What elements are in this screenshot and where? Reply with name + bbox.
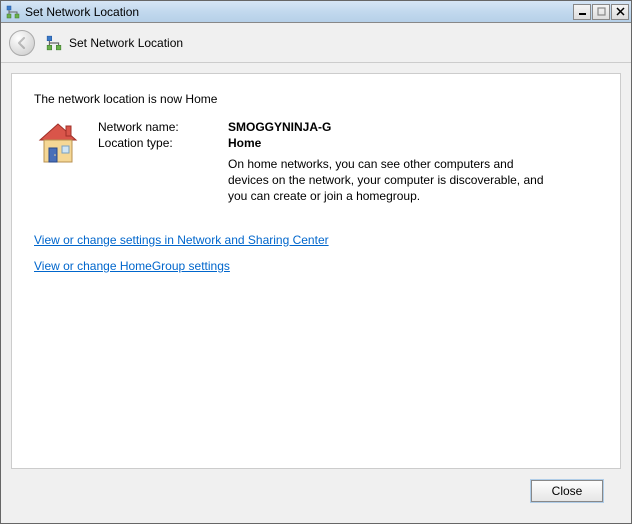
page-title: Set Network Location [69,36,183,50]
network-sharing-link[interactable]: View or change settings in Network and S… [34,233,329,247]
homegroup-settings-link[interactable]: View or change HomeGroup settings [34,259,230,273]
content-area: The network location is now Home Network… [1,63,631,523]
info-grid: Network name: SMOGGYNINJA-G Location typ… [98,120,548,205]
network-name-value: SMOGGYNINJA-G [228,120,548,134]
network-location-icon [45,34,63,52]
close-button[interactable]: Close [531,480,603,502]
location-type-value: Home [228,136,548,150]
content-panel: The network location is now Home Network… [11,73,621,469]
close-window-button[interactable] [611,4,629,20]
window-title: Set Network Location [25,5,572,19]
location-description: On home networks, you can see other comp… [228,156,548,205]
titlebar: Set Network Location [1,1,631,23]
back-button[interactable] [9,30,35,56]
links-section: View or change settings in Network and S… [34,233,598,273]
footer: Close [11,469,621,513]
maximize-button[interactable] [592,4,610,20]
network-name-label: Network name: [98,120,228,134]
network-info: Network name: SMOGGYNINJA-G Location typ… [34,120,598,205]
house-icon [34,120,82,168]
status-heading: The network location is now Home [34,92,598,106]
window: Set Network Location [0,0,632,524]
navigation-header: Set Network Location [1,23,631,63]
network-location-icon [5,4,21,20]
window-controls [572,4,629,20]
location-type-label: Location type: [98,136,228,150]
minimize-button[interactable] [573,4,591,20]
